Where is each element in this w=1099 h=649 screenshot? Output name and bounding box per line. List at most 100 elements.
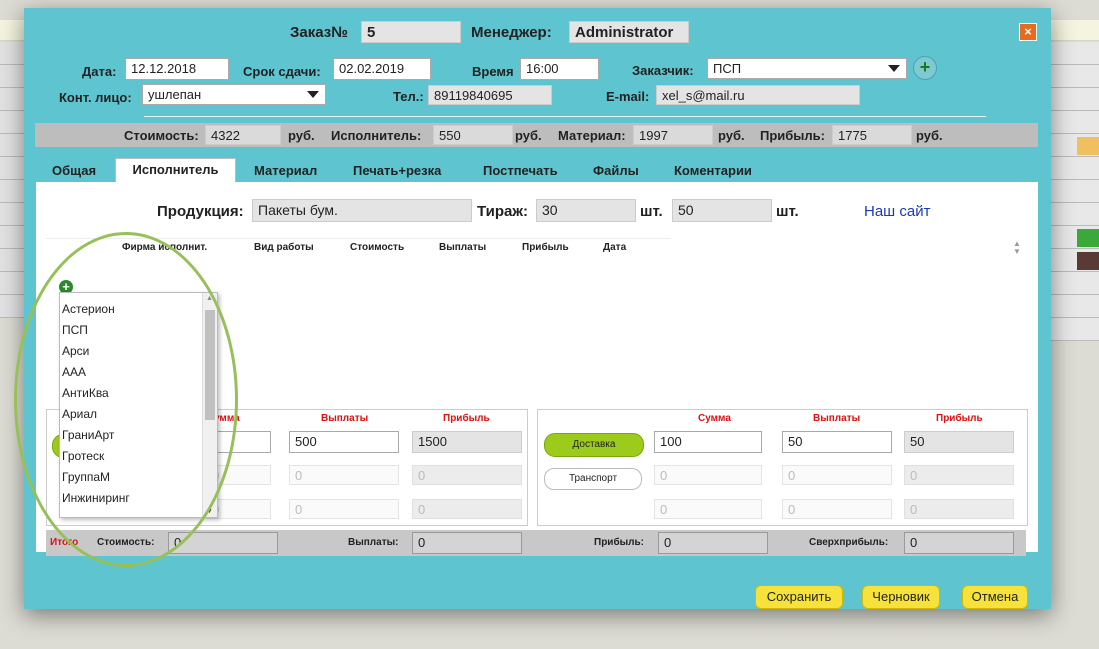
dropdown-scrollbar[interactable]: ▲ ▼ bbox=[202, 293, 217, 517]
col-firm: Фирма исполнит. bbox=[122, 242, 208, 253]
executor-firm-dropdown[interactable]: Астерион ПСП Арси ААА АнтиКва Ариал Гран… bbox=[59, 292, 218, 518]
our-site-link[interactable]: Наш сайт bbox=[864, 203, 930, 220]
chevron-down-icon bbox=[307, 91, 319, 98]
right-hdr-sum: Сумма bbox=[698, 413, 731, 424]
left-pay-input[interactable]: 500 bbox=[289, 431, 399, 453]
col-cost: Стоимость bbox=[350, 242, 405, 253]
dropdown-item[interactable]: ГраниАрт bbox=[62, 428, 114, 442]
time-input[interactable]: 16:00 bbox=[520, 58, 599, 80]
plus-icon: + bbox=[919, 57, 931, 77]
delivery-button[interactable]: Доставка bbox=[544, 433, 644, 457]
header-divider bbox=[144, 116, 986, 117]
deadline-label: Срок сдачи: bbox=[243, 64, 321, 79]
table-header-line bbox=[46, 238, 671, 239]
dropdown-item[interactable]: Гротеск bbox=[62, 449, 104, 463]
run-label: Тираж: bbox=[477, 203, 528, 220]
right-pay-input-2[interactable]: 0 bbox=[782, 465, 892, 485]
tab-postprint[interactable]: Постпечать bbox=[483, 160, 558, 182]
dropdown-item[interactable]: ПСП bbox=[62, 323, 88, 337]
chevron-down-icon bbox=[888, 65, 900, 72]
right-hdr-pay: Выплаты bbox=[813, 413, 861, 424]
time-label: Время bbox=[472, 64, 514, 79]
tab-general[interactable]: Общая bbox=[52, 160, 96, 182]
left-pay-input-2[interactable]: 0 bbox=[289, 465, 399, 485]
scroll-up-icon[interactable]: ▲ bbox=[206, 295, 213, 302]
right-sum-input-3[interactable]: 0 bbox=[654, 499, 762, 519]
order-number-label: Заказ№ bbox=[290, 24, 348, 41]
dropdown-item[interactable]: АнтиКва bbox=[62, 386, 109, 400]
totals-profit-label: Прибыль: bbox=[594, 537, 644, 548]
dropdown-item[interactable]: Астерион bbox=[62, 302, 115, 316]
col-profit: Прибыль bbox=[522, 242, 569, 253]
summary-executor-label: Исполнитель: bbox=[331, 128, 422, 143]
right-pay-input[interactable]: 50 bbox=[782, 431, 892, 453]
summary-rub-label: руб. bbox=[916, 128, 943, 143]
col-date: Дата bbox=[603, 242, 627, 253]
right-profit-field: 50 bbox=[904, 431, 1014, 453]
close-icon: × bbox=[1024, 24, 1032, 39]
customer-select[interactable]: ПСП bbox=[707, 58, 907, 79]
scroll-down-icon[interactable]: ▼ bbox=[206, 508, 213, 515]
left-hdr-pay: Выплаты bbox=[321, 413, 369, 424]
tab-print-cut[interactable]: Печать+резка bbox=[353, 160, 441, 182]
dropdown-item[interactable]: Арси bbox=[62, 344, 89, 358]
product-field[interactable]: Пакеты бум. bbox=[252, 199, 472, 222]
left-profit-field-2: 0 bbox=[412, 465, 522, 485]
draft-button[interactable]: Черновик bbox=[862, 585, 940, 609]
customer-label: Заказчик: bbox=[632, 63, 694, 78]
close-button[interactable]: × bbox=[1019, 23, 1037, 41]
contact-select-value: ушлепан bbox=[148, 87, 202, 102]
email-field[interactable]: xel_s@mail.ru bbox=[656, 85, 860, 105]
totals-profit-field: 0 bbox=[658, 532, 768, 554]
order-number-field: 5 bbox=[361, 21, 461, 43]
summary-material-field: 1997 bbox=[633, 125, 713, 145]
contact-select[interactable]: ушлепан bbox=[142, 84, 326, 105]
summary-profit-field: 1775 bbox=[832, 125, 912, 145]
summary-cost-label: Стоимость: bbox=[124, 128, 199, 143]
product-label: Продукция: bbox=[157, 203, 244, 220]
tab-files[interactable]: Файлы bbox=[593, 160, 639, 182]
right-sum-input[interactable]: 100 bbox=[654, 431, 762, 453]
dropdown-item[interactable]: ААА bbox=[62, 365, 86, 379]
totals-super-field: 0 bbox=[904, 532, 1014, 554]
spinner-icon[interactable]: ▲ ▼ bbox=[1011, 240, 1023, 256]
col-work-type: Вид работы bbox=[254, 242, 314, 253]
left-pay-input-3[interactable]: 0 bbox=[289, 499, 399, 519]
left-profit-field: 1500 bbox=[412, 431, 522, 453]
transport-button[interactable]: Транспорт bbox=[544, 468, 642, 490]
background-right-rows bbox=[1051, 42, 1099, 341]
scrollbar-thumb[interactable] bbox=[205, 310, 215, 420]
save-button[interactable]: Сохранить bbox=[755, 585, 843, 609]
summary-bar: Стоимость: 4322 руб. Исполнитель: 550 ру… bbox=[35, 123, 1038, 147]
totals-cost-label: Стоимость: bbox=[97, 537, 155, 548]
dropdown-item[interactable]: Ариал bbox=[62, 407, 97, 421]
pcs-label: шт. bbox=[776, 203, 799, 220]
run-field-2[interactable]: 50 bbox=[672, 199, 772, 222]
dropdown-item[interactable]: Инжиниринг bbox=[62, 491, 130, 505]
right-pay-input-3[interactable]: 0 bbox=[782, 499, 892, 519]
phone-label: Тел.: bbox=[393, 89, 424, 104]
date-input[interactable]: 12.12.2018 bbox=[125, 58, 229, 80]
summary-material-label: Материал: bbox=[558, 128, 626, 143]
right-hdr-profit: Прибыль bbox=[936, 413, 983, 424]
col-payments: Выплаты bbox=[439, 242, 487, 253]
summary-rub-label: руб. bbox=[718, 128, 745, 143]
add-customer-button[interactable]: + bbox=[913, 56, 937, 80]
tab-material[interactable]: Материал bbox=[254, 160, 317, 182]
pcs-label: шт. bbox=[640, 203, 663, 220]
deadline-input[interactable]: 02.02.2019 bbox=[333, 58, 431, 80]
right-sum-input-2[interactable]: 0 bbox=[654, 465, 762, 485]
email-label: E-mail: bbox=[606, 89, 650, 104]
dropdown-item[interactable]: ГруппаМ bbox=[62, 470, 110, 484]
tab-executor[interactable]: Исполнитель bbox=[115, 158, 236, 182]
run-field-1[interactable]: 30 bbox=[536, 199, 636, 222]
summary-cost-field: 4322 bbox=[205, 125, 281, 145]
totals-pay-field: 0 bbox=[412, 532, 522, 554]
phone-field[interactable]: 89119840695 bbox=[428, 85, 552, 105]
right-profit-field-3: 0 bbox=[904, 499, 1014, 519]
tab-comments[interactable]: Коментарии bbox=[674, 160, 752, 182]
background-left-rows bbox=[0, 42, 24, 318]
left-profit-field-3: 0 bbox=[412, 499, 522, 519]
cancel-button[interactable]: Отмена bbox=[962, 585, 1028, 609]
contact-label: Конт. лицо: bbox=[59, 90, 132, 105]
